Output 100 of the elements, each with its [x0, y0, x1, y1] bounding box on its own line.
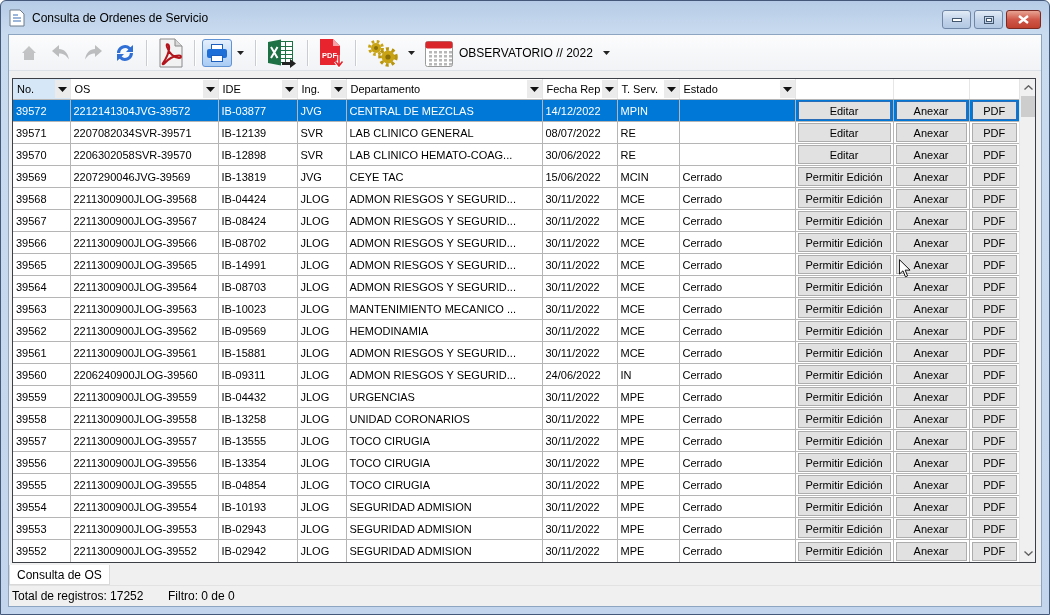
attach-button[interactable]: Anexar: [895, 123, 967, 142]
table-row[interactable]: 39553 2211300900JLOG-39553 IB-02943 JLOG SEGURIDAD ADMISION 30/11/2022 MPE Cerrado Permitir Edición Anexar PDF: [13, 517, 1019, 540]
pdf-button[interactable]: PDF: [971, 123, 1017, 142]
pdf-button[interactable]: PDF: [971, 145, 1017, 165]
table-row[interactable]: 39571 2207082034SVR-39571 IB-12139 SVR LAB CLINICO GENERAL 08/07/2022 RE Editar Anexar PDF: [13, 121, 1019, 144]
action-button[interactable]: Permitir Edición: [797, 365, 891, 385]
pdf-button[interactable]: PDF: [971, 189, 1017, 209]
filter-button[interactable]: [601, 80, 617, 98]
filter-button[interactable]: [202, 80, 218, 98]
attach-button[interactable]: Anexar: [895, 409, 967, 429]
column-header[interactable]: Departamento: [346, 79, 542, 100]
maximize-button[interactable]: [974, 10, 1003, 29]
table-row[interactable]: 39552 2211300900JLOG-39552 IB-02942 JLOG SEGURIDAD ADMISION 30/11/2022 MPE Cerrado Permitir Edición Anexar PDF: [13, 539, 1019, 562]
action-button[interactable]: Permitir Edición: [797, 343, 891, 363]
attach-button[interactable]: Anexar: [895, 277, 967, 297]
action-button[interactable]: Permitir Edición: [797, 321, 891, 341]
pdf-button[interactable]: PDF: [971, 387, 1017, 407]
action-button[interactable]: Permitir Edición: [797, 541, 891, 561]
print-button[interactable]: [202, 38, 232, 67]
pdf-button[interactable]: PDF: [971, 211, 1017, 231]
table-row[interactable]: 39555 2211300900JLOG-39555 IB-04854 JLOG TOCO CIRUGIA 30/11/2022 MPE Cerrado Permitir Edición Anexar PDF: [13, 473, 1019, 496]
table-row[interactable]: 39566 2211300900JLOG-39566 IB-08702 JLOG ADMON RIESGOS Y SEGURID... 30/11/2022 MCE Cerrado Permitir Edición Anexar PDF: [13, 231, 1019, 254]
filter-button[interactable]: [54, 80, 70, 98]
action-button[interactable]: Permitir Edición: [797, 299, 891, 319]
action-button[interactable]: Permitir Edición: [797, 255, 891, 275]
attach-button[interactable]: Anexar: [895, 475, 967, 495]
pdf-button[interactable]: PDF: [971, 277, 1017, 297]
scrollbar-thumb[interactable]: [1021, 96, 1035, 117]
table-row[interactable]: 39570 2206302058SVR-39570 IB-12898 SVR LAB CLINICO HEMATO-COAG... 30/06/2022 RE Editar Anexar PDF: [13, 143, 1019, 166]
table-row[interactable]: 39564 2211300900JLOG-39564 IB-08703 JLOG ADMON RIESGOS Y SEGURID... 30/11/2022 MCE Cerrado Permitir Edición Anexar PDF: [13, 275, 1019, 298]
action-button[interactable]: Permitir Edición: [797, 211, 891, 231]
action-button[interactable]: Permitir Edición: [797, 233, 891, 253]
action-button[interactable]: Permitir Edición: [797, 475, 891, 495]
table-row[interactable]: 39556 2211300900JLOG-39556 IB-13354 JLOG TOCO CIRUGIA 30/11/2022 MPE Cerrado Permitir Edición Anexar PDF: [13, 451, 1019, 474]
column-header[interactable]: OS: [70, 79, 218, 100]
column-header[interactable]: No.: [13, 79, 70, 100]
attach-button[interactable]: Anexar: [895, 189, 967, 209]
action-button[interactable]: Editar: [797, 101, 891, 120]
filter-button[interactable]: [779, 80, 795, 98]
pdf-button[interactable]: PDF: [971, 365, 1017, 385]
close-button[interactable]: [1006, 10, 1041, 29]
column-header[interactable]: Estado: [679, 79, 795, 100]
table-row[interactable]: 39560 2206240900JLOG-39560 IB-09311 JLOG ADMON RIESGOS Y SEGURID... 24/06/2022 IN Cerrado Permitir Edición Anexar PDF: [13, 363, 1019, 386]
dropdown-arrow-icon[interactable]: [237, 50, 244, 55]
attach-button[interactable]: Anexar: [895, 343, 967, 363]
table-row[interactable]: 39567 2211300900JLOG-39567 IB-08424 JLOG ADMON RIESGOS Y SEGURID... 30/11/2022 MCE Cerrado Permitir Edición Anexar PDF: [13, 209, 1019, 232]
pdf-button[interactable]: PDF: [971, 519, 1017, 539]
pdf-button[interactable]: PDF: [971, 475, 1017, 495]
attach-button[interactable]: Anexar: [895, 431, 967, 451]
pdf-button[interactable]: PDF: [971, 343, 1017, 363]
table-row[interactable]: 39557 2211300900JLOG-39557 IB-13555 JLOG TOCO CIRUGIA 30/11/2022 MPE Cerrado Permitir Edición Anexar PDF: [13, 429, 1019, 452]
attach-button[interactable]: Anexar: [895, 101, 967, 120]
action-button[interactable]: Editar: [797, 145, 891, 165]
filter-button[interactable]: [663, 80, 679, 98]
table-row[interactable]: 39568 2211300900JLOG-39568 IB-04424 JLOG ADMON RIESGOS Y SEGURID... 30/11/2022 MCE Cerrado Permitir Edición Anexar PDF: [13, 187, 1019, 210]
attach-button[interactable]: Anexar: [895, 321, 967, 341]
pdf-button[interactable]: PDF: [971, 101, 1017, 120]
attach-button[interactable]: Anexar: [895, 145, 967, 165]
action-button[interactable]: Permitir Edición: [797, 409, 891, 429]
dropdown-arrow-icon[interactable]: [602, 50, 610, 55]
dropdown-arrow-icon[interactable]: [408, 50, 415, 55]
pdf-button[interactable]: PDF: [971, 409, 1017, 429]
pdf-button[interactable]: PDF: [971, 321, 1017, 341]
filter-button[interactable]: [281, 80, 297, 98]
table-row[interactable]: 39562 2211300900JLOG-39562 IB-09569 JLOG HEMODINAMIA 30/11/2022 MCE Cerrado Permitir Edición Anexar PDF: [13, 319, 1019, 342]
attach-button[interactable]: Anexar: [895, 211, 967, 231]
action-button[interactable]: Permitir Edición: [797, 167, 891, 187]
pdf-button[interactable]: PDF: [971, 167, 1017, 187]
attach-button[interactable]: Anexar: [895, 167, 967, 187]
table-row[interactable]: 39558 2211300900JLOG-39558 IB-13258 JLOG UNIDAD CORONARIOS 30/11/2022 MPE Cerrado Permitir Edición Anexar PDF: [13, 407, 1019, 430]
attach-button[interactable]: Anexar: [895, 233, 967, 253]
attach-button[interactable]: Anexar: [895, 453, 967, 473]
attach-button[interactable]: Anexar: [895, 299, 967, 319]
pdf-button[interactable]: PDF: [971, 233, 1017, 253]
attach-button[interactable]: Anexar: [895, 541, 967, 561]
action-button[interactable]: Permitir Edición: [797, 189, 891, 209]
table-row[interactable]: 39565 2211300900JLOG-39565 IB-14991 JLOG ADMON RIESGOS Y SEGURID... 30/11/2022 MCE Cerrado Permitir Edición Anexar PDF: [13, 253, 1019, 276]
action-button[interactable]: Permitir Edición: [797, 431, 891, 451]
column-header[interactable]: IDE: [218, 79, 297, 100]
action-button[interactable]: Permitir Edición: [797, 453, 891, 473]
column-header[interactable]: Ing.: [297, 79, 346, 100]
pdf-button[interactable]: PDF: [971, 255, 1017, 275]
calendar-dropdown-button[interactable]: OBSERVATORIO // 2022: [422, 36, 598, 69]
filter-button[interactable]: [330, 80, 346, 98]
pdf-button[interactable]: PDF: [971, 453, 1017, 473]
attach-button[interactable]: Anexar: [895, 387, 967, 407]
table-row[interactable]: 39572 2212141304JVG-39572 IB-03877 JVG CENTRAL DE MEZCLAS 14/12/2022 MPIN Editar Anexar PDF: [13, 99, 1019, 122]
table-row[interactable]: 39561 2211300900JLOG-39561 IB-15881 JLOG ADMON RIESGOS Y SEGURID... 30/11/2022 MCE Cerrado Permitir Edición Anexar PDF: [13, 341, 1019, 364]
attach-button[interactable]: Anexar: [895, 519, 967, 539]
action-button[interactable]: Permitir Edición: [797, 387, 891, 407]
column-header[interactable]: Fecha Rep: [542, 79, 617, 100]
action-button[interactable]: Permitir Edición: [797, 277, 891, 297]
table-row[interactable]: 39559 2211300900JLOG-39559 IB-04432 JLOG URGENCIAS 30/11/2022 MPE Cerrado Permitir Edición Anexar PDF: [13, 385, 1019, 408]
action-button[interactable]: Permitir Edición: [797, 519, 891, 539]
action-button[interactable]: Editar: [797, 123, 891, 142]
vertical-scrollbar[interactable]: [1019, 79, 1035, 562]
column-header[interactable]: T. Serv.: [617, 79, 679, 100]
pdf-button[interactable]: PDF: [971, 541, 1017, 561]
pdf-button[interactable]: PDF: [971, 299, 1017, 319]
table-row[interactable]: 39563 2211300900JLOG-39563 IB-10023 JLOG MANTENIMIENTO MECANICO ... 30/11/2022 MCE Cerrado Permitir Edición Anexar PDF: [13, 297, 1019, 320]
